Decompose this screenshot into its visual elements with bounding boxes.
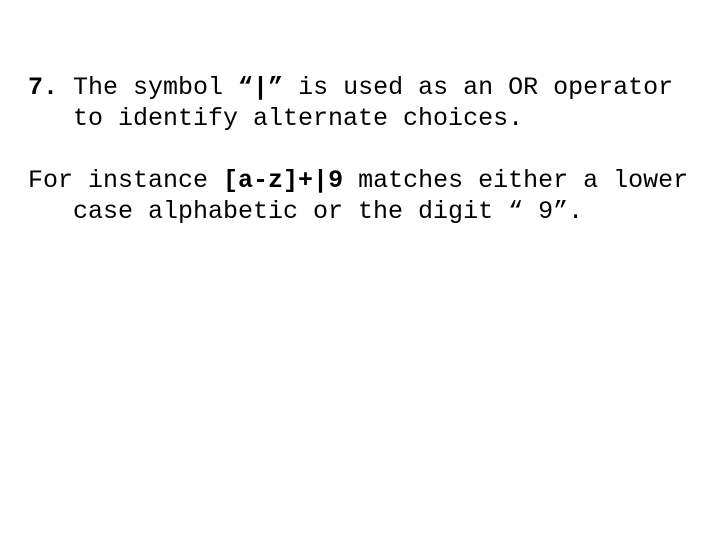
regex-code: [a-z]+|9: [223, 166, 343, 195]
slide-content: 7. The symbol “|” is used as an OR opera…: [0, 0, 720, 227]
paragraph-1: 7. The symbol “|” is used as an OR opera…: [28, 72, 692, 135]
pipe-symbol: “|”: [238, 73, 283, 102]
list-number: 7.: [28, 73, 58, 102]
text-run: The symbol: [58, 73, 238, 102]
text-run: For instance: [28, 166, 223, 195]
paragraph-2: For instance [a-z]+|9 matches either a l…: [28, 165, 692, 228]
